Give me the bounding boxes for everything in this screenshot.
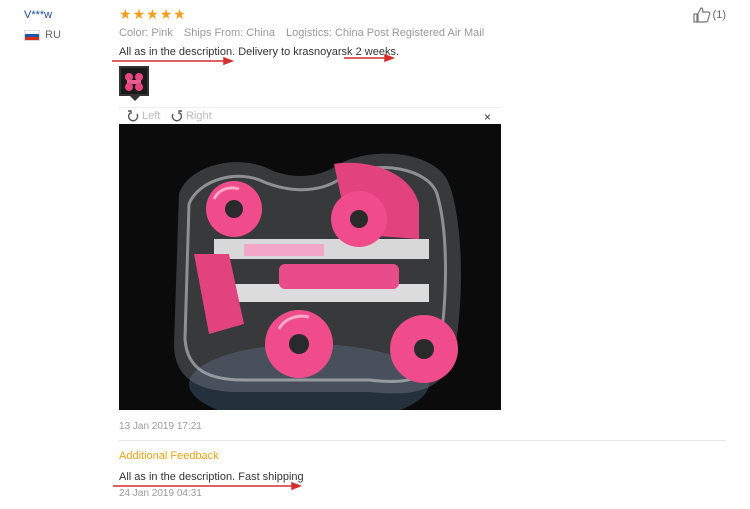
star-icon: ★ <box>146 6 159 22</box>
rotate-left-icon <box>127 110 139 122</box>
additional-feedback-heading: Additional Feedback <box>119 450 219 462</box>
annotation-arrowhead <box>223 56 235 66</box>
rotate-right-label: Right <box>186 110 212 122</box>
additional-feedback-date: 24 Jan 2019 04:31 <box>119 488 202 499</box>
logistics-label: Logistics: <box>286 27 332 39</box>
russia-flag-icon <box>24 29 40 41</box>
close-icon[interactable]: × <box>484 110 491 124</box>
rotate-left-label: Left <box>142 110 161 122</box>
additional-feedback-text: All as in the description. Fast shipping <box>119 471 304 483</box>
star-icon: ★ <box>173 6 186 22</box>
roller-skates-photo <box>119 124 501 410</box>
reviewer-name: V***w <box>24 9 53 21</box>
helpful-button[interactable]: (1) <box>692 7 726 23</box>
reviewer-country: RU <box>24 29 61 41</box>
rotate-right-button[interactable]: Right <box>171 110 212 122</box>
rotate-left-button[interactable]: Left <box>127 110 160 122</box>
star-icon: ★ <box>119 6 132 22</box>
divider <box>119 440 726 441</box>
review-date: 13 Jan 2019 17:21 <box>119 421 202 432</box>
annotation-arrowhead <box>291 481 303 491</box>
color-value: Pink <box>151 27 173 39</box>
photo-viewer: Left Right × <box>119 107 501 411</box>
thumbs-up-icon <box>692 7 710 23</box>
star-icon: ★ <box>159 6 173 22</box>
ships-from-value: China <box>246 27 275 39</box>
country-code: RU <box>45 29 61 41</box>
review-photo <box>119 124 501 410</box>
star-rating: ★ ★ ★ ★ ★ <box>119 7 186 21</box>
helpful-count: (1) <box>712 9 726 21</box>
logistics-value: China Post Registered Air Mail <box>334 27 485 39</box>
ships-from-label: Ships From: <box>183 27 244 39</box>
skates-thumbnail-image <box>123 70 145 92</box>
review-text: All as in the description. Delivery to k… <box>119 46 400 58</box>
rotate-right-icon <box>171 110 183 122</box>
viewer-toolbar: Left Right × <box>119 107 501 125</box>
thumbnail-caret <box>130 96 140 101</box>
order-attributes: Color: Pink Ships From: China Logistics:… <box>119 27 492 39</box>
color-label: Color: <box>119 27 149 39</box>
star-icon: ★ <box>132 6 146 22</box>
review-photo-thumbnail[interactable] <box>119 66 149 96</box>
